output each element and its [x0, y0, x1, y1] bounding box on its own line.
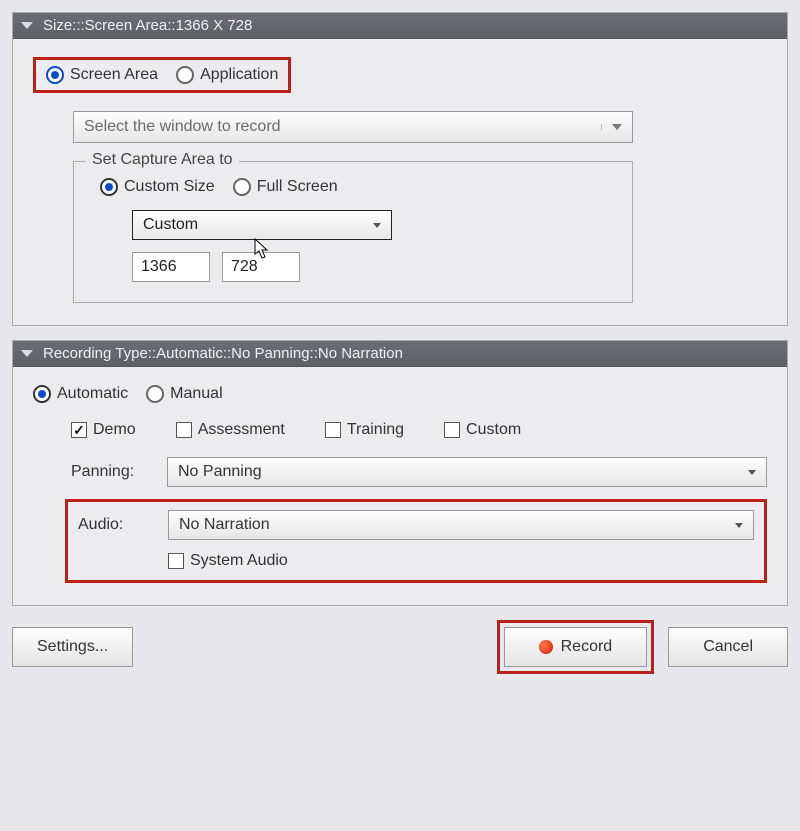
radio-custom-size-label: Custom Size: [124, 178, 215, 196]
radio-custom-size[interactable]: Custom Size: [100, 178, 215, 196]
radio-full-screen-label: Full Screen: [257, 178, 338, 196]
radio-full-screen[interactable]: Full Screen: [233, 178, 338, 196]
chk-system-audio-label: System Audio: [190, 552, 288, 570]
collapse-arrow-icon: [21, 350, 33, 357]
audio-highlight: Audio: No Narration System Audio: [65, 499, 767, 583]
collapse-arrow-icon: [21, 22, 33, 29]
capture-area-legend: Set Capture Area to: [86, 151, 239, 169]
size-preset-value: Custom: [143, 216, 198, 234]
recording-type-header[interactable]: Recording Type::Automatic::No Panning::N…: [13, 341, 787, 367]
radio-icon: [46, 66, 64, 84]
checkbox-assessment[interactable]: Assessment: [176, 421, 285, 439]
radio-automatic[interactable]: Automatic: [33, 385, 128, 403]
audio-value: No Narration: [179, 516, 270, 534]
checkbox-demo[interactable]: Demo: [71, 421, 136, 439]
width-value: 1366: [141, 258, 177, 275]
size-panel-title: Size:::Screen Area::1366 X 728: [43, 17, 252, 34]
radio-screen-area-label: Screen Area: [70, 66, 158, 84]
height-input[interactable]: 728: [222, 252, 300, 282]
chk-assessment-label: Assessment: [198, 421, 285, 439]
panning-label: Panning:: [71, 463, 157, 481]
settings-label: Settings...: [37, 638, 108, 656]
cancel-button[interactable]: Cancel: [668, 627, 788, 667]
chk-custom-label: Custom: [466, 421, 521, 439]
checkbox-icon: [168, 553, 184, 569]
size-panel-header[interactable]: Size:::Screen Area::1366 X 728: [13, 13, 787, 39]
checkbox-training[interactable]: Training: [325, 421, 404, 439]
dropdown-arrow-icon: [735, 523, 743, 528]
record-highlight: Record: [497, 620, 655, 674]
audio-label: Audio:: [78, 516, 158, 534]
size-panel: Size:::Screen Area::1366 X 728 Screen Ar…: [12, 12, 788, 326]
checkbox-system-audio[interactable]: System Audio: [168, 552, 754, 570]
audio-select[interactable]: No Narration: [168, 510, 754, 540]
radio-automatic-label: Automatic: [57, 385, 128, 403]
height-value: 728: [231, 258, 258, 275]
chk-training-label: Training: [347, 421, 404, 439]
checkbox-icon: [176, 422, 192, 438]
size-preset-select[interactable]: Custom: [132, 210, 392, 240]
area-type-highlight: Screen Area Application: [33, 57, 291, 93]
radio-screen-area[interactable]: Screen Area: [46, 66, 158, 84]
cancel-label: Cancel: [703, 638, 753, 656]
window-select[interactable]: Select the window to record: [73, 111, 633, 143]
record-label: Record: [561, 638, 613, 656]
record-dot-icon: [539, 640, 553, 654]
checkbox-icon: [71, 422, 87, 438]
radio-application[interactable]: Application: [176, 66, 278, 84]
radio-icon: [176, 66, 194, 84]
dropdown-arrow-icon: [748, 470, 756, 475]
recording-type-panel: Recording Type::Automatic::No Panning::N…: [12, 340, 788, 606]
checkbox-custom[interactable]: Custom: [444, 421, 521, 439]
dropdown-arrow-icon: [373, 223, 381, 228]
record-button[interactable]: Record: [504, 627, 648, 667]
panning-select[interactable]: No Panning: [167, 457, 767, 487]
dropdown-arrow-icon: [601, 124, 622, 130]
chk-demo-label: Demo: [93, 421, 136, 439]
radio-manual[interactable]: Manual: [146, 385, 222, 403]
checkbox-icon: [444, 422, 460, 438]
panning-value: No Panning: [178, 463, 262, 481]
radio-application-label: Application: [200, 66, 278, 84]
settings-button[interactable]: Settings...: [12, 627, 133, 667]
dialog-footer: Settings... Record Cancel: [12, 620, 788, 674]
checkbox-icon: [325, 422, 341, 438]
recording-type-title: Recording Type::Automatic::No Panning::N…: [43, 345, 403, 362]
width-input[interactable]: 1366: [132, 252, 210, 282]
capture-area-fieldset: Set Capture Area to Custom Size Full Scr…: [73, 161, 633, 303]
radio-manual-label: Manual: [170, 385, 222, 403]
window-select-placeholder: Select the window to record: [84, 118, 281, 136]
